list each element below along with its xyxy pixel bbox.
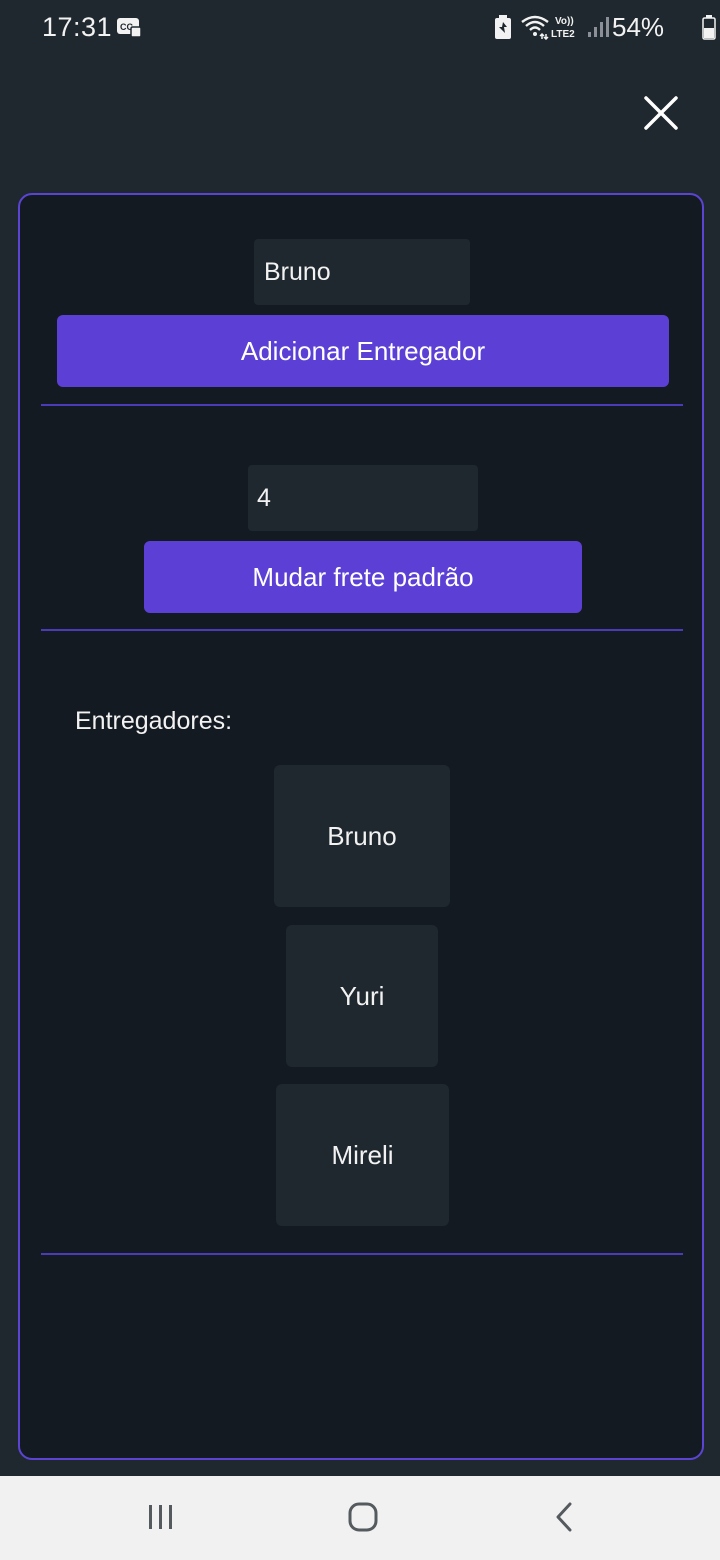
svg-text:Vo)): Vo)): [555, 16, 574, 27]
courier-settings-panel: Adicionar Entregador Mudar frete padrão …: [18, 193, 704, 1460]
back-button[interactable]: [540, 1494, 590, 1544]
battery-percent: 54%: [612, 12, 665, 42]
courier-name-input[interactable]: [254, 239, 470, 305]
svg-text:LTE2: LTE2: [551, 29, 575, 40]
wifi-icon: [520, 14, 550, 41]
battery-saver-icon: [494, 14, 512, 40]
status-time: 17:31: [42, 12, 113, 42]
back-icon: [551, 1501, 579, 1538]
close-button[interactable]: [636, 90, 686, 140]
courier-card-yuri[interactable]: Yuri: [286, 925, 438, 1067]
courier-name: Bruno: [327, 820, 397, 851]
home-button[interactable]: [338, 1494, 388, 1544]
status-bar: 17:31 CC Vo)) LTE2 54%: [0, 0, 720, 56]
courier-name: Yuri: [339, 980, 385, 1011]
section-divider: [41, 404, 683, 406]
close-icon: [643, 95, 679, 136]
courier-card-mireli[interactable]: Mireli: [276, 1084, 449, 1226]
couriers-heading: Entregadores:: [75, 707, 233, 735]
signal-icon: [586, 16, 610, 38]
courier-card-bruno[interactable]: Bruno: [274, 765, 450, 907]
app-screen: 17:31 CC Vo)) LTE2 54% Bruno Adicionar E…: [0, 0, 720, 1560]
caption-icon: CC: [116, 16, 142, 38]
add-courier-button[interactable]: Adicionar Entregador: [57, 315, 669, 387]
default-freight-input[interactable]: [248, 465, 478, 531]
recents-icon: [146, 1503, 176, 1536]
status-icons: Vo)) LTE2 54%: [480, 0, 720, 56]
section-divider: [41, 1253, 683, 1255]
home-icon: [347, 1501, 379, 1538]
system-nav-bar: [0, 1476, 720, 1560]
change-default-freight-button[interactable]: Mudar frete padrão: [144, 541, 582, 613]
volte-icon: Vo)) LTE2: [550, 13, 586, 41]
battery-icon: [702, 14, 716, 40]
recents-button[interactable]: [136, 1494, 186, 1544]
courier-name: Mireli: [331, 1139, 394, 1170]
section-divider: [41, 629, 683, 631]
